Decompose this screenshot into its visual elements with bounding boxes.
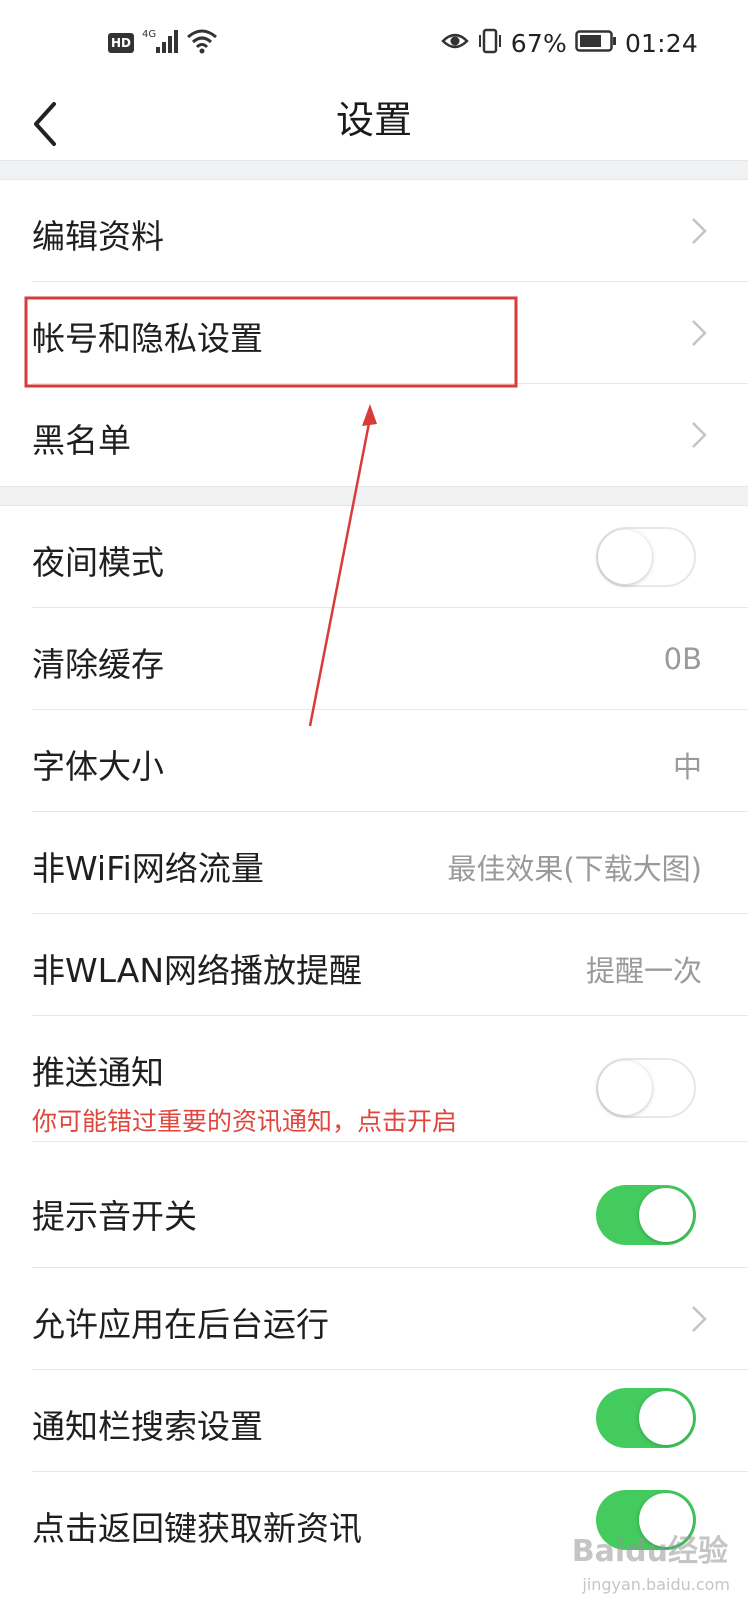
font-size-value: 中 <box>672 750 702 784</box>
push-notify-hint: 你可能错过重要的资讯通知，点击开启 <box>32 1107 458 1136</box>
toggle-knob <box>639 1391 693 1445</box>
sound-switch-toggle[interactable] <box>596 1185 696 1245</box>
cache-size-value: 0B <box>663 642 702 676</box>
row-blacklist[interactable]: 黑名单 <box>0 384 748 486</box>
row-label: 提示音开关 <box>32 1197 197 1236</box>
row-sound-switch[interactable]: 提示音开关 <box>0 1142 748 1268</box>
row-push-notify[interactable]: 推送通知 你可能错过重要的资讯通知，点击开启 <box>0 1016 748 1142</box>
eye-icon <box>441 30 469 56</box>
notify-search-toggle[interactable] <box>596 1388 696 1448</box>
non-wifi-traffic-value: 最佳效果(下载大图) <box>447 852 702 886</box>
header-bar: 设置 <box>0 84 748 160</box>
clock: 01:24 <box>624 28 698 58</box>
row-label: 通知栏搜索设置 <box>32 1407 263 1446</box>
push-notify-toggle[interactable] <box>596 1058 696 1118</box>
status-left: HD 4G <box>108 28 218 58</box>
chevron-right-icon <box>692 320 707 346</box>
section-divider <box>0 160 748 180</box>
row-background-run[interactable]: 允许应用在后台运行 <box>0 1268 748 1370</box>
page-title: 设置 <box>335 98 412 142</box>
row-edit-profile[interactable]: 编辑资料 <box>0 180 748 282</box>
toggle-knob <box>598 530 652 584</box>
section-divider <box>0 486 748 506</box>
row-account-privacy[interactable]: 帐号和隐私设置 <box>0 282 748 384</box>
network-label: 4G <box>142 29 156 40</box>
row-label: 非WLAN网络播放提醒 <box>32 951 363 990</box>
toggle-knob <box>639 1188 693 1242</box>
toggle-knob <box>598 1061 652 1115</box>
row-non-wifi-traffic[interactable]: 非WiFi网络流量 最佳效果(下载大图) <box>0 812 748 914</box>
chevron-right-icon <box>692 218 707 244</box>
row-label: 编辑资料 <box>32 217 164 256</box>
vibrate-icon <box>477 27 503 59</box>
row-label: 非WiFi网络流量 <box>32 849 264 888</box>
row-label: 清除缓存 <box>32 645 164 684</box>
watermark-logo: Baidu经验 <box>571 1534 728 1569</box>
row-night-mode[interactable]: 夜间模式 <box>0 506 748 608</box>
status-bar: HD 4G 67% 01:24 <box>0 0 748 84</box>
watermark-url: jingyan.baidu.com <box>582 1575 730 1594</box>
chevron-right-icon <box>692 422 707 448</box>
row-label: 点击返回键获取新资讯 <box>32 1509 362 1548</box>
row-label: 帐号和隐私设置 <box>32 319 263 358</box>
row-label: 夜间模式 <box>32 543 164 582</box>
status-right: 67% 01:24 <box>441 26 698 60</box>
night-mode-toggle[interactable] <box>596 527 696 587</box>
wifi-icon <box>186 27 218 59</box>
row-clear-cache[interactable]: 清除缓存 0B <box>0 608 748 710</box>
row-label: 字体大小 <box>32 747 164 786</box>
row-label: 推送通知 <box>32 1053 164 1092</box>
signal-icon: 4G <box>142 27 179 59</box>
row-non-wlan-play[interactable]: 非WLAN网络播放提醒 提醒一次 <box>0 914 748 1016</box>
row-font-size[interactable]: 字体大小 中 <box>0 710 748 812</box>
hd-badge: HD <box>108 33 135 53</box>
chevron-right-icon <box>692 1306 707 1332</box>
non-wlan-play-value: 提醒一次 <box>585 954 702 988</box>
battery-percent: 67% <box>510 28 567 58</box>
battery-icon <box>575 29 617 57</box>
row-label: 黑名单 <box>32 421 131 460</box>
row-notify-search[interactable]: 通知栏搜索设置 <box>0 1370 748 1472</box>
row-label: 允许应用在后台运行 <box>32 1305 329 1344</box>
